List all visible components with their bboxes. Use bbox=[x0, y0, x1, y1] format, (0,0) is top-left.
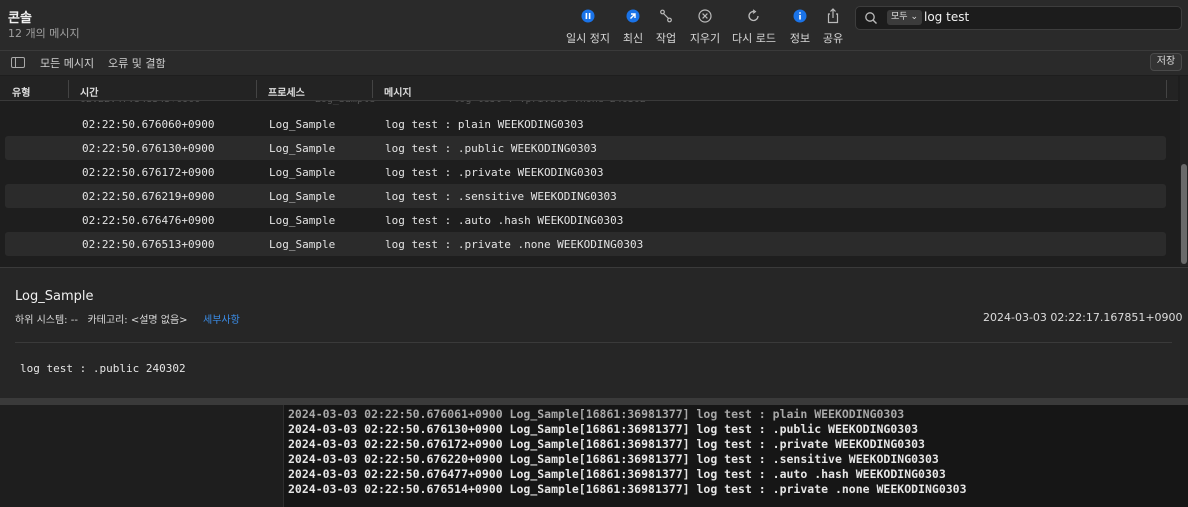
terminal-line: 2024-03-03 02:22:50.676061+0900 Log_Samp… bbox=[288, 407, 905, 421]
share-label: 공유 bbox=[822, 32, 844, 45]
column-divider[interactable] bbox=[372, 80, 373, 98]
clear-icon bbox=[697, 8, 713, 24]
app-title: 콘솔 bbox=[8, 11, 32, 26]
terminal-line: 2024-03-03 02:22:50.676172+0900 Log_Samp… bbox=[288, 437, 925, 451]
detail-process: Log_Sample bbox=[15, 289, 94, 304]
message-count: 12 개의 메시지 bbox=[8, 27, 80, 40]
chevron-down-icon: ⌄ bbox=[910, 12, 918, 22]
terminal-line: 2024-03-03 02:22:50.676220+0900 Log_Samp… bbox=[288, 452, 939, 466]
terminal-line: 2024-03-03 02:22:50.676514+0900 Log_Samp… bbox=[288, 482, 967, 496]
terminal-left-area bbox=[0, 405, 283, 507]
column-divider[interactable] bbox=[256, 80, 257, 98]
scrollbar-thumb[interactable] bbox=[1181, 164, 1187, 264]
table-scrollbar[interactable] bbox=[1180, 76, 1188, 266]
row-message: log test : .sensitive WEEKODING0303 bbox=[385, 190, 617, 203]
search-scope-select[interactable]: 모두 ⌄ bbox=[887, 10, 922, 25]
search-query[interactable]: log test bbox=[924, 10, 969, 24]
table-row[interactable]: 02:22:50.676172+0900 Log_Sample log test… bbox=[5, 160, 1166, 184]
pause-label: 일시 정지 bbox=[566, 32, 610, 45]
table-header: 유형 시간 프로세스 메시지 bbox=[0, 76, 1178, 101]
column-message[interactable]: 메시지 bbox=[384, 84, 412, 99]
row-message: log test : .private .none WEEKODING0303 bbox=[385, 238, 644, 251]
filter-all-messages[interactable]: 모든 메시지 bbox=[40, 55, 94, 71]
table-rows: 02:22:50.676060+0900 Log_Sample log test… bbox=[0, 112, 1178, 256]
detail-pane: Log_Sample 하위 시스템: -- 카테고리: <설명 없음> 세부사항… bbox=[0, 267, 1188, 398]
pause-button[interactable]: 일시 정지 bbox=[563, 8, 613, 46]
pause-icon bbox=[580, 8, 596, 24]
detail-message: log test : .public 240302 bbox=[20, 362, 186, 375]
reload-label: 다시 로드 bbox=[732, 32, 776, 45]
row-process: Log_Sample bbox=[269, 214, 336, 227]
search-scope-label: 모두 bbox=[891, 12, 908, 22]
filter-errors-faults[interactable]: 오류 및 결함 bbox=[108, 55, 166, 71]
info-icon bbox=[792, 8, 808, 24]
save-button[interactable]: 저장 bbox=[1150, 53, 1182, 71]
row-time: 02:22:50.676219+0900 bbox=[82, 190, 215, 203]
detail-meta: 하위 시스템: -- 카테고리: <설명 없음> bbox=[15, 315, 188, 326]
column-time[interactable]: 시간 bbox=[80, 84, 98, 99]
terminal-line: 2024-03-03 02:22:50.676477+0900 Log_Samp… bbox=[288, 467, 946, 481]
column-process[interactable]: 프로세스 bbox=[268, 84, 305, 99]
column-divider[interactable] bbox=[1166, 80, 1167, 98]
pane-divider[interactable] bbox=[0, 398, 1188, 405]
detail-divider bbox=[15, 342, 1172, 343]
detail-details-link[interactable]: 세부사항 bbox=[203, 311, 240, 326]
terminal-output[interactable]: 2024-03-03 02:22:50.676061+0900 Log_Samp… bbox=[283, 405, 1188, 507]
row-time: 02:22:50.676476+0900 bbox=[82, 214, 215, 227]
table-row[interactable]: 02:22:50.676513+0900 Log_Sample log test… bbox=[5, 232, 1166, 256]
sidebar-toggle-icon[interactable] bbox=[11, 57, 25, 68]
toolbar: 콘솔 12 개의 메시지 일시 정지 최신 작업 지우기 다시 로드 정보 공유… bbox=[0, 0, 1188, 51]
table-row[interactable]: 02:22:50.676476+0900 Log_Sample log test… bbox=[5, 208, 1166, 232]
row-time: 02:22:50.676172+0900 bbox=[82, 166, 215, 179]
row-message: log test : .private WEEKODING0303 bbox=[385, 166, 604, 179]
actions-label: 작업 bbox=[655, 32, 677, 45]
table-row[interactable]: 02:22:50.676060+0900 Log_Sample log test… bbox=[5, 112, 1166, 136]
reload-icon bbox=[746, 8, 762, 24]
reload-button[interactable]: 다시 로드 bbox=[729, 8, 779, 46]
row-process: Log_Sample bbox=[269, 166, 336, 179]
clear-button[interactable]: 지우기 bbox=[680, 8, 730, 46]
latest-icon bbox=[625, 8, 641, 24]
row-time: 02:22:50.676513+0900 bbox=[82, 238, 215, 251]
log-table: 02:22:47.348343+0900 Log_Sample log test… bbox=[0, 76, 1188, 266]
row-message: log test : .public WEEKODING0303 bbox=[385, 142, 597, 155]
row-process: Log_Sample bbox=[269, 238, 336, 251]
detail-timestamp: 2024-03-03 02:22:17.167851+0900 bbox=[983, 311, 1183, 324]
row-time: 02:22:50.676060+0900 bbox=[82, 118, 215, 131]
share-icon bbox=[825, 8, 841, 24]
row-time: 02:22:50.676130+0900 bbox=[82, 142, 215, 155]
terminal-line: 2024-03-03 02:22:50.676130+0900 Log_Samp… bbox=[288, 422, 919, 436]
row-process: Log_Sample bbox=[269, 142, 336, 155]
column-type[interactable]: 유형 bbox=[12, 84, 30, 99]
filter-bar: 모든 메시지 오류 및 결함 저장 bbox=[0, 51, 1188, 75]
row-process: Log_Sample bbox=[269, 118, 336, 131]
actions-icon bbox=[658, 8, 674, 24]
table-row[interactable]: 02:22:50.676130+0900 Log_Sample log test… bbox=[5, 136, 1166, 160]
clear-label: 지우기 bbox=[689, 32, 721, 45]
row-process: Log_Sample bbox=[269, 190, 336, 203]
row-message: log test : .auto .hash WEEKODING0303 bbox=[385, 214, 624, 227]
row-message: log test : plain WEEKODING0303 bbox=[385, 118, 584, 131]
table-row[interactable]: 02:22:50.676219+0900 Log_Sample log test… bbox=[5, 184, 1166, 208]
search-field[interactable]: 모두 ⌄ log test bbox=[855, 6, 1182, 30]
share-button[interactable]: 공유 bbox=[808, 8, 858, 46]
column-divider[interactable] bbox=[68, 80, 69, 98]
search-icon bbox=[864, 10, 878, 29]
